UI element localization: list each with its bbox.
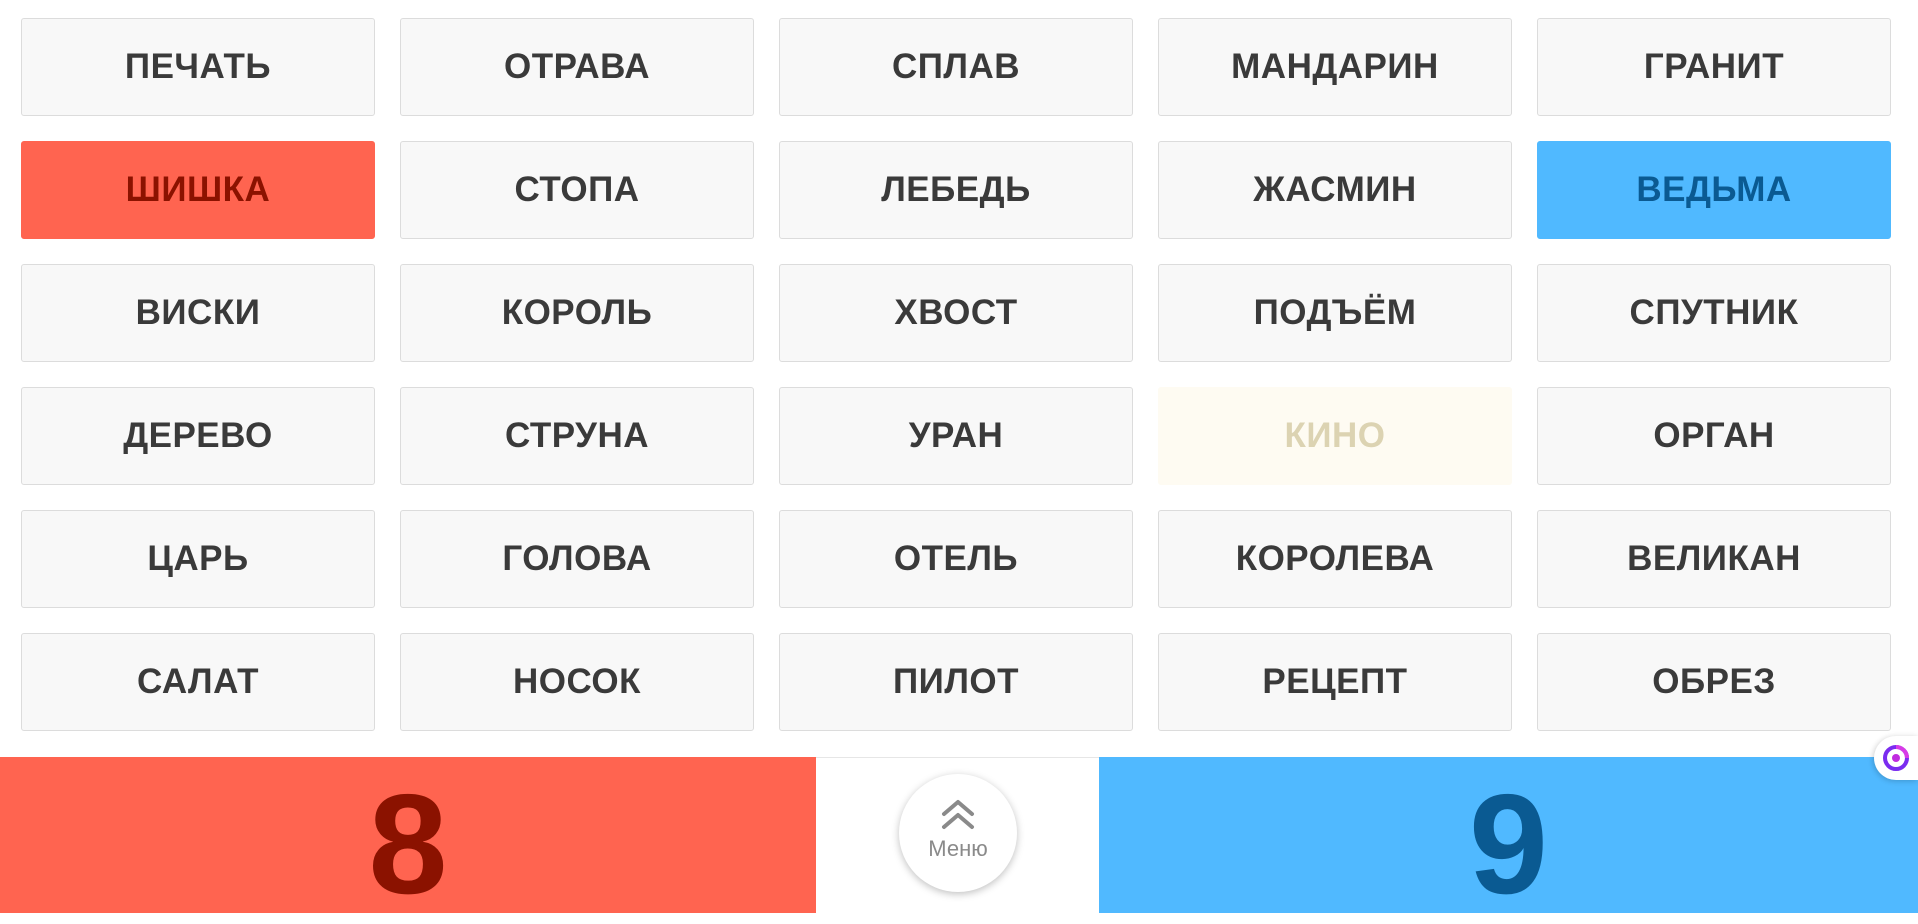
word-card[interactable]: СПЛАВ bbox=[779, 18, 1133, 116]
word-card-label: ШИШКА bbox=[125, 170, 271, 209]
word-card-label: СПЛАВ bbox=[891, 47, 1021, 86]
blue-team-score-panel: 9 bbox=[1099, 757, 1918, 924]
word-card-label: ЦАРЬ bbox=[147, 539, 249, 578]
word-card-label: НОСОК bbox=[513, 662, 641, 701]
menu-label: Меню bbox=[928, 836, 988, 861]
word-card-label: ОТРАВА bbox=[504, 47, 650, 86]
word-card[interactable]: ОРГАН bbox=[1537, 387, 1891, 485]
word-card[interactable]: ЦАРЬ bbox=[21, 510, 375, 608]
word-card[interactable]: ОТЕЛЬ bbox=[779, 510, 1133, 608]
word-card[interactable]: ПОДЪЁМ bbox=[1158, 264, 1512, 362]
word-card-label: ГОЛОВА bbox=[502, 539, 652, 578]
word-card[interactable]: ВЕДЬМА bbox=[1537, 141, 1891, 239]
word-card-label: ВЕДЬМА bbox=[1636, 170, 1792, 209]
assistant-logo-icon bbox=[1883, 745, 1909, 771]
word-card-label: СТОПА bbox=[514, 170, 640, 209]
word-card[interactable]: КОРОЛЕВА bbox=[1158, 510, 1512, 608]
word-card-label: ЖАСМИН bbox=[1253, 170, 1417, 209]
word-card[interactable]: СТОПА bbox=[400, 141, 754, 239]
word-card-label: ОТЕЛЬ bbox=[893, 539, 1019, 578]
word-card[interactable]: ШИШКА bbox=[21, 141, 375, 239]
word-card-label: СТРУНА bbox=[505, 416, 649, 455]
word-card[interactable]: УРАН bbox=[779, 387, 1133, 485]
word-card-label: ОБРЕЗ bbox=[1652, 662, 1776, 701]
word-card-label: КОРОЛЬ bbox=[501, 293, 653, 332]
word-card[interactable]: ОБРЕЗ bbox=[1537, 633, 1891, 731]
word-card-label: ДЕРЕВО bbox=[123, 416, 273, 455]
word-card-label: ВЕЛИКАН bbox=[1627, 539, 1801, 578]
word-card-label: МАНДАРИН bbox=[1231, 47, 1439, 86]
word-card[interactable]: ЖАСМИН bbox=[1158, 141, 1512, 239]
word-card[interactable]: МАНДАРИН bbox=[1158, 18, 1512, 116]
word-card[interactable]: ОТРАВА bbox=[400, 18, 754, 116]
word-card[interactable]: ГОЛОВА bbox=[400, 510, 754, 608]
word-card[interactable]: ПЕЧАТЬ bbox=[21, 18, 375, 116]
word-card[interactable]: ВИСКИ bbox=[21, 264, 375, 362]
word-card-label: ХВОСТ bbox=[894, 293, 1018, 332]
word-card[interactable]: КИНО bbox=[1158, 387, 1512, 485]
word-card[interactable]: ДЕРЕВО bbox=[21, 387, 375, 485]
word-card[interactable]: ЛЕБЕДЬ bbox=[779, 141, 1133, 239]
word-card-label: ПИЛОТ bbox=[893, 662, 1019, 701]
word-card-label: ЛЕБЕДЬ bbox=[881, 170, 1031, 209]
word-card-label: УРАН bbox=[908, 416, 1004, 455]
assistant-widget-button[interactable] bbox=[1874, 736, 1918, 780]
word-card-label: САЛАТ bbox=[136, 662, 260, 701]
word-card[interactable]: КОРОЛЬ bbox=[400, 264, 754, 362]
red-team-score-panel: 8 bbox=[0, 757, 816, 924]
word-card[interactable]: САЛАТ bbox=[21, 633, 375, 731]
menu-button[interactable]: Меню bbox=[899, 774, 1017, 892]
word-card[interactable]: ВЕЛИКАН bbox=[1537, 510, 1891, 608]
word-card[interactable]: ГРАНИТ bbox=[1537, 18, 1891, 116]
word-card[interactable]: ПИЛОТ bbox=[779, 633, 1133, 731]
word-card[interactable]: РЕЦЕПТ bbox=[1158, 633, 1512, 731]
word-card-grid: ПЕЧАТЬ ОТРАВА СПЛАВ МАНДАРИН ГРАНИТ ШИШКА СТОП… bbox=[21, 18, 1893, 731]
word-card-label: ПЕЧАТЬ bbox=[124, 47, 272, 86]
word-card[interactable]: ХВОСТ bbox=[779, 264, 1133, 362]
word-card-label: РЕЦЕПТ bbox=[1262, 662, 1408, 701]
red-team-score: 8 bbox=[368, 765, 448, 924]
blue-team-score: 9 bbox=[1469, 765, 1548, 924]
word-card[interactable]: СТРУНА bbox=[400, 387, 754, 485]
word-card-label: ОРГАН bbox=[1653, 416, 1775, 455]
word-card-label: СПУТНИК bbox=[1629, 293, 1799, 332]
word-card-label: КИНО bbox=[1284, 416, 1386, 455]
word-card[interactable]: НОСОК bbox=[400, 633, 754, 731]
word-card[interactable]: СПУТНИК bbox=[1537, 264, 1891, 362]
double-chevron-up-icon bbox=[942, 800, 974, 829]
word-card-label: КОРОЛЕВА bbox=[1235, 539, 1435, 578]
word-card-label: ВИСКИ bbox=[135, 293, 261, 332]
word-card-label: ПОДЪЁМ bbox=[1253, 293, 1417, 332]
word-card-label: ГРАНИТ bbox=[1643, 47, 1785, 86]
